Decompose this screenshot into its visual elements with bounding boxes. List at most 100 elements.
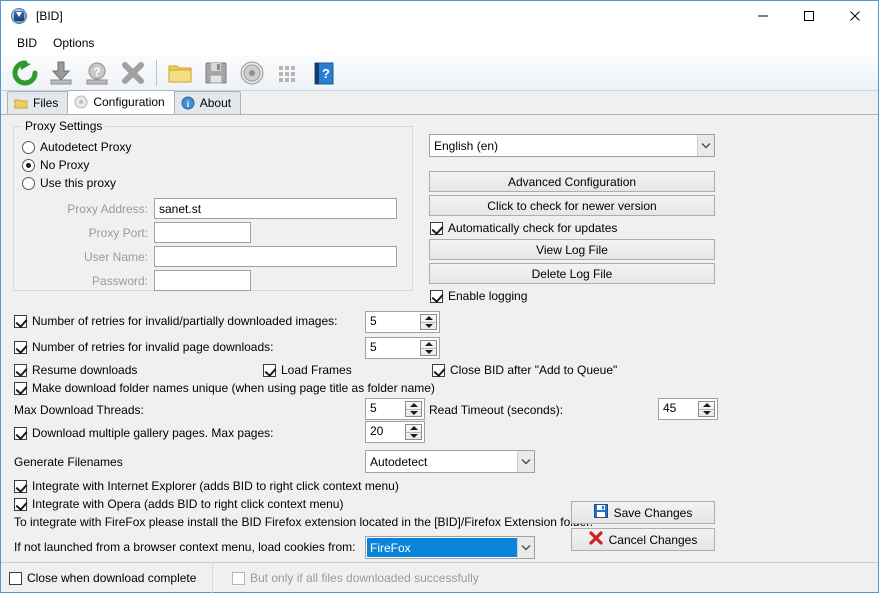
download-icon[interactable] xyxy=(43,56,79,90)
close-after-queue-label: Close BID after "Add to Queue" xyxy=(450,363,617,377)
user-name-label: User Name: xyxy=(38,250,148,264)
help-book-icon[interactable]: ? xyxy=(306,56,342,90)
check-newer-version-button[interactable]: Click to check for newer version xyxy=(429,195,715,216)
resume-downloads-checkbox[interactable]: Resume downloads xyxy=(14,363,137,377)
read-timeout-stepper[interactable]: 45 xyxy=(658,398,718,420)
proxy-settings-group: Proxy Settings Autodetect Proxy No Proxy… xyxy=(13,126,413,291)
cancel-x-icon xyxy=(589,531,603,548)
enable-logging-mark xyxy=(430,290,443,303)
load-cookies-label: If not launched from a browser context m… xyxy=(14,540,356,554)
retries-images-checkbox[interactable]: Number of retries for invalid/partially … xyxy=(14,314,337,328)
integrate-ie-checkbox[interactable]: Integrate with Internet Explorer (adds B… xyxy=(14,479,399,493)
multiple-gallery-spin-buttons[interactable] xyxy=(405,424,422,440)
advanced-configuration-button[interactable]: Advanced Configuration xyxy=(429,171,715,192)
spin-down-icon[interactable] xyxy=(421,323,436,330)
integrate-ie-mark xyxy=(14,480,27,493)
close-after-queue-mark xyxy=(432,364,445,377)
close-when-complete-checkbox[interactable]: Close when download complete xyxy=(9,571,196,585)
status-bar: Close when download complete But only if… xyxy=(1,562,878,592)
tab-about[interactable]: i About xyxy=(174,91,241,114)
spin-down-icon[interactable] xyxy=(406,410,421,417)
retries-images-mark xyxy=(14,315,27,328)
download-help-icon[interactable]: ? xyxy=(79,56,115,90)
language-value: English (en) xyxy=(430,139,697,153)
max-threads-spin-buttons[interactable] xyxy=(405,401,422,417)
tab-configuration[interactable]: Configuration xyxy=(67,90,174,114)
save-changes-button[interactable]: Save Changes xyxy=(571,501,715,524)
resume-downloads-label: Resume downloads xyxy=(32,363,137,377)
radio-no-proxy[interactable]: No Proxy xyxy=(22,158,89,172)
cancel-x-icon[interactable] xyxy=(115,56,151,90)
grid-view-icon[interactable] xyxy=(270,56,306,90)
menu-options[interactable]: Options xyxy=(45,34,102,52)
read-timeout-spin-buttons[interactable] xyxy=(698,401,715,417)
info-icon: i xyxy=(181,96,195,110)
toolbar-separator xyxy=(156,60,157,86)
retries-pages-spin-buttons[interactable] xyxy=(420,340,437,356)
only-if-success-checkbox[interactable]: But only if all files downloaded success… xyxy=(232,571,479,585)
advanced-configuration-label: Advanced Configuration xyxy=(508,175,636,189)
save-floppy-icon[interactable] xyxy=(198,56,234,90)
retries-images-stepper[interactable]: 5 xyxy=(365,311,440,333)
radio-use-this-proxy-label: Use this proxy xyxy=(40,176,116,190)
password-label: Password: xyxy=(38,274,148,288)
minimize-button[interactable] xyxy=(740,1,786,31)
integrate-opera-checkbox[interactable]: Integrate with Opera (adds BID to right … xyxy=(14,497,343,511)
max-threads-stepper[interactable]: 5 xyxy=(365,398,425,420)
retries-pages-stepper[interactable]: 5 xyxy=(365,337,440,359)
multiple-gallery-label: Download multiple gallery pages. Max pag… xyxy=(32,426,273,440)
cancel-changes-button[interactable]: Cancel Changes xyxy=(571,528,715,551)
close-after-queue-checkbox[interactable]: Close BID after "Add to Queue" xyxy=(432,363,617,377)
open-folder-icon[interactable] xyxy=(162,56,198,90)
close-when-complete-mark xyxy=(9,572,22,585)
unique-folder-names-checkbox[interactable]: Make download folder names unique (when … xyxy=(14,381,435,395)
radio-autodetect-proxy[interactable]: Autodetect Proxy xyxy=(22,140,131,154)
multiple-gallery-value: 20 xyxy=(366,422,405,442)
close-button[interactable] xyxy=(832,1,878,31)
delete-log-file-button[interactable]: Delete Log File xyxy=(429,263,715,284)
spin-down-icon[interactable] xyxy=(699,410,714,417)
tab-files-label: Files xyxy=(33,96,58,110)
multiple-gallery-stepper[interactable]: 20 xyxy=(365,421,425,443)
save-changes-label: Save Changes xyxy=(614,506,693,520)
user-name-input[interactable] xyxy=(154,246,397,267)
retries-images-label: Number of retries for invalid/partially … xyxy=(32,314,337,328)
view-log-file-button[interactable]: View Log File xyxy=(429,239,715,260)
auto-check-updates-checkbox[interactable]: Automatically check for updates xyxy=(430,221,617,235)
auto-check-updates-mark xyxy=(430,222,443,235)
load-frames-mark xyxy=(263,364,276,377)
radio-autodetect-proxy-mark xyxy=(22,141,35,154)
load-cookies-combobox[interactable]: FireFox xyxy=(365,536,535,559)
chevron-down-icon xyxy=(517,537,534,558)
multiple-gallery-mark xyxy=(14,427,27,440)
proxy-settings-title: Proxy Settings xyxy=(22,119,105,133)
chevron-down-icon xyxy=(697,135,714,156)
retries-images-spin-buttons[interactable] xyxy=(420,314,437,330)
unique-folder-names-mark xyxy=(14,382,27,395)
settings-gear-icon[interactable] xyxy=(234,56,270,90)
spin-down-icon[interactable] xyxy=(406,433,421,440)
spin-down-icon[interactable] xyxy=(421,349,436,356)
retries-pages-checkbox[interactable]: Number of retries for invalid page downl… xyxy=(14,340,273,354)
proxy-port-input[interactable] xyxy=(154,222,251,243)
password-input[interactable] xyxy=(154,270,251,291)
generate-filenames-label: Generate Filenames xyxy=(14,455,123,469)
tab-about-label: About xyxy=(200,96,231,110)
radio-use-this-proxy[interactable]: Use this proxy xyxy=(22,176,116,190)
maximize-button[interactable] xyxy=(786,1,832,31)
load-frames-checkbox[interactable]: Load Frames xyxy=(263,363,352,377)
tab-files[interactable]: Files xyxy=(7,91,68,114)
generate-filenames-combobox[interactable]: Autodetect xyxy=(365,450,535,473)
delete-log-file-label: Delete Log File xyxy=(532,267,613,281)
tab-configuration-label: Configuration xyxy=(93,95,164,109)
enable-logging-checkbox[interactable]: Enable logging xyxy=(430,289,527,303)
cancel-changes-label: Cancel Changes xyxy=(609,533,698,547)
proxy-address-input[interactable] xyxy=(154,198,397,219)
menu-bid[interactable]: BID xyxy=(9,34,45,52)
refresh-icon[interactable] xyxy=(7,56,43,90)
language-combobox[interactable]: English (en) xyxy=(429,134,715,157)
read-timeout-label: Read Timeout (seconds): xyxy=(429,403,563,417)
generate-filenames-value: Autodetect xyxy=(366,455,517,469)
max-threads-label: Max Download Threads: xyxy=(14,403,144,417)
multiple-gallery-checkbox[interactable]: Download multiple gallery pages. Max pag… xyxy=(14,426,273,440)
